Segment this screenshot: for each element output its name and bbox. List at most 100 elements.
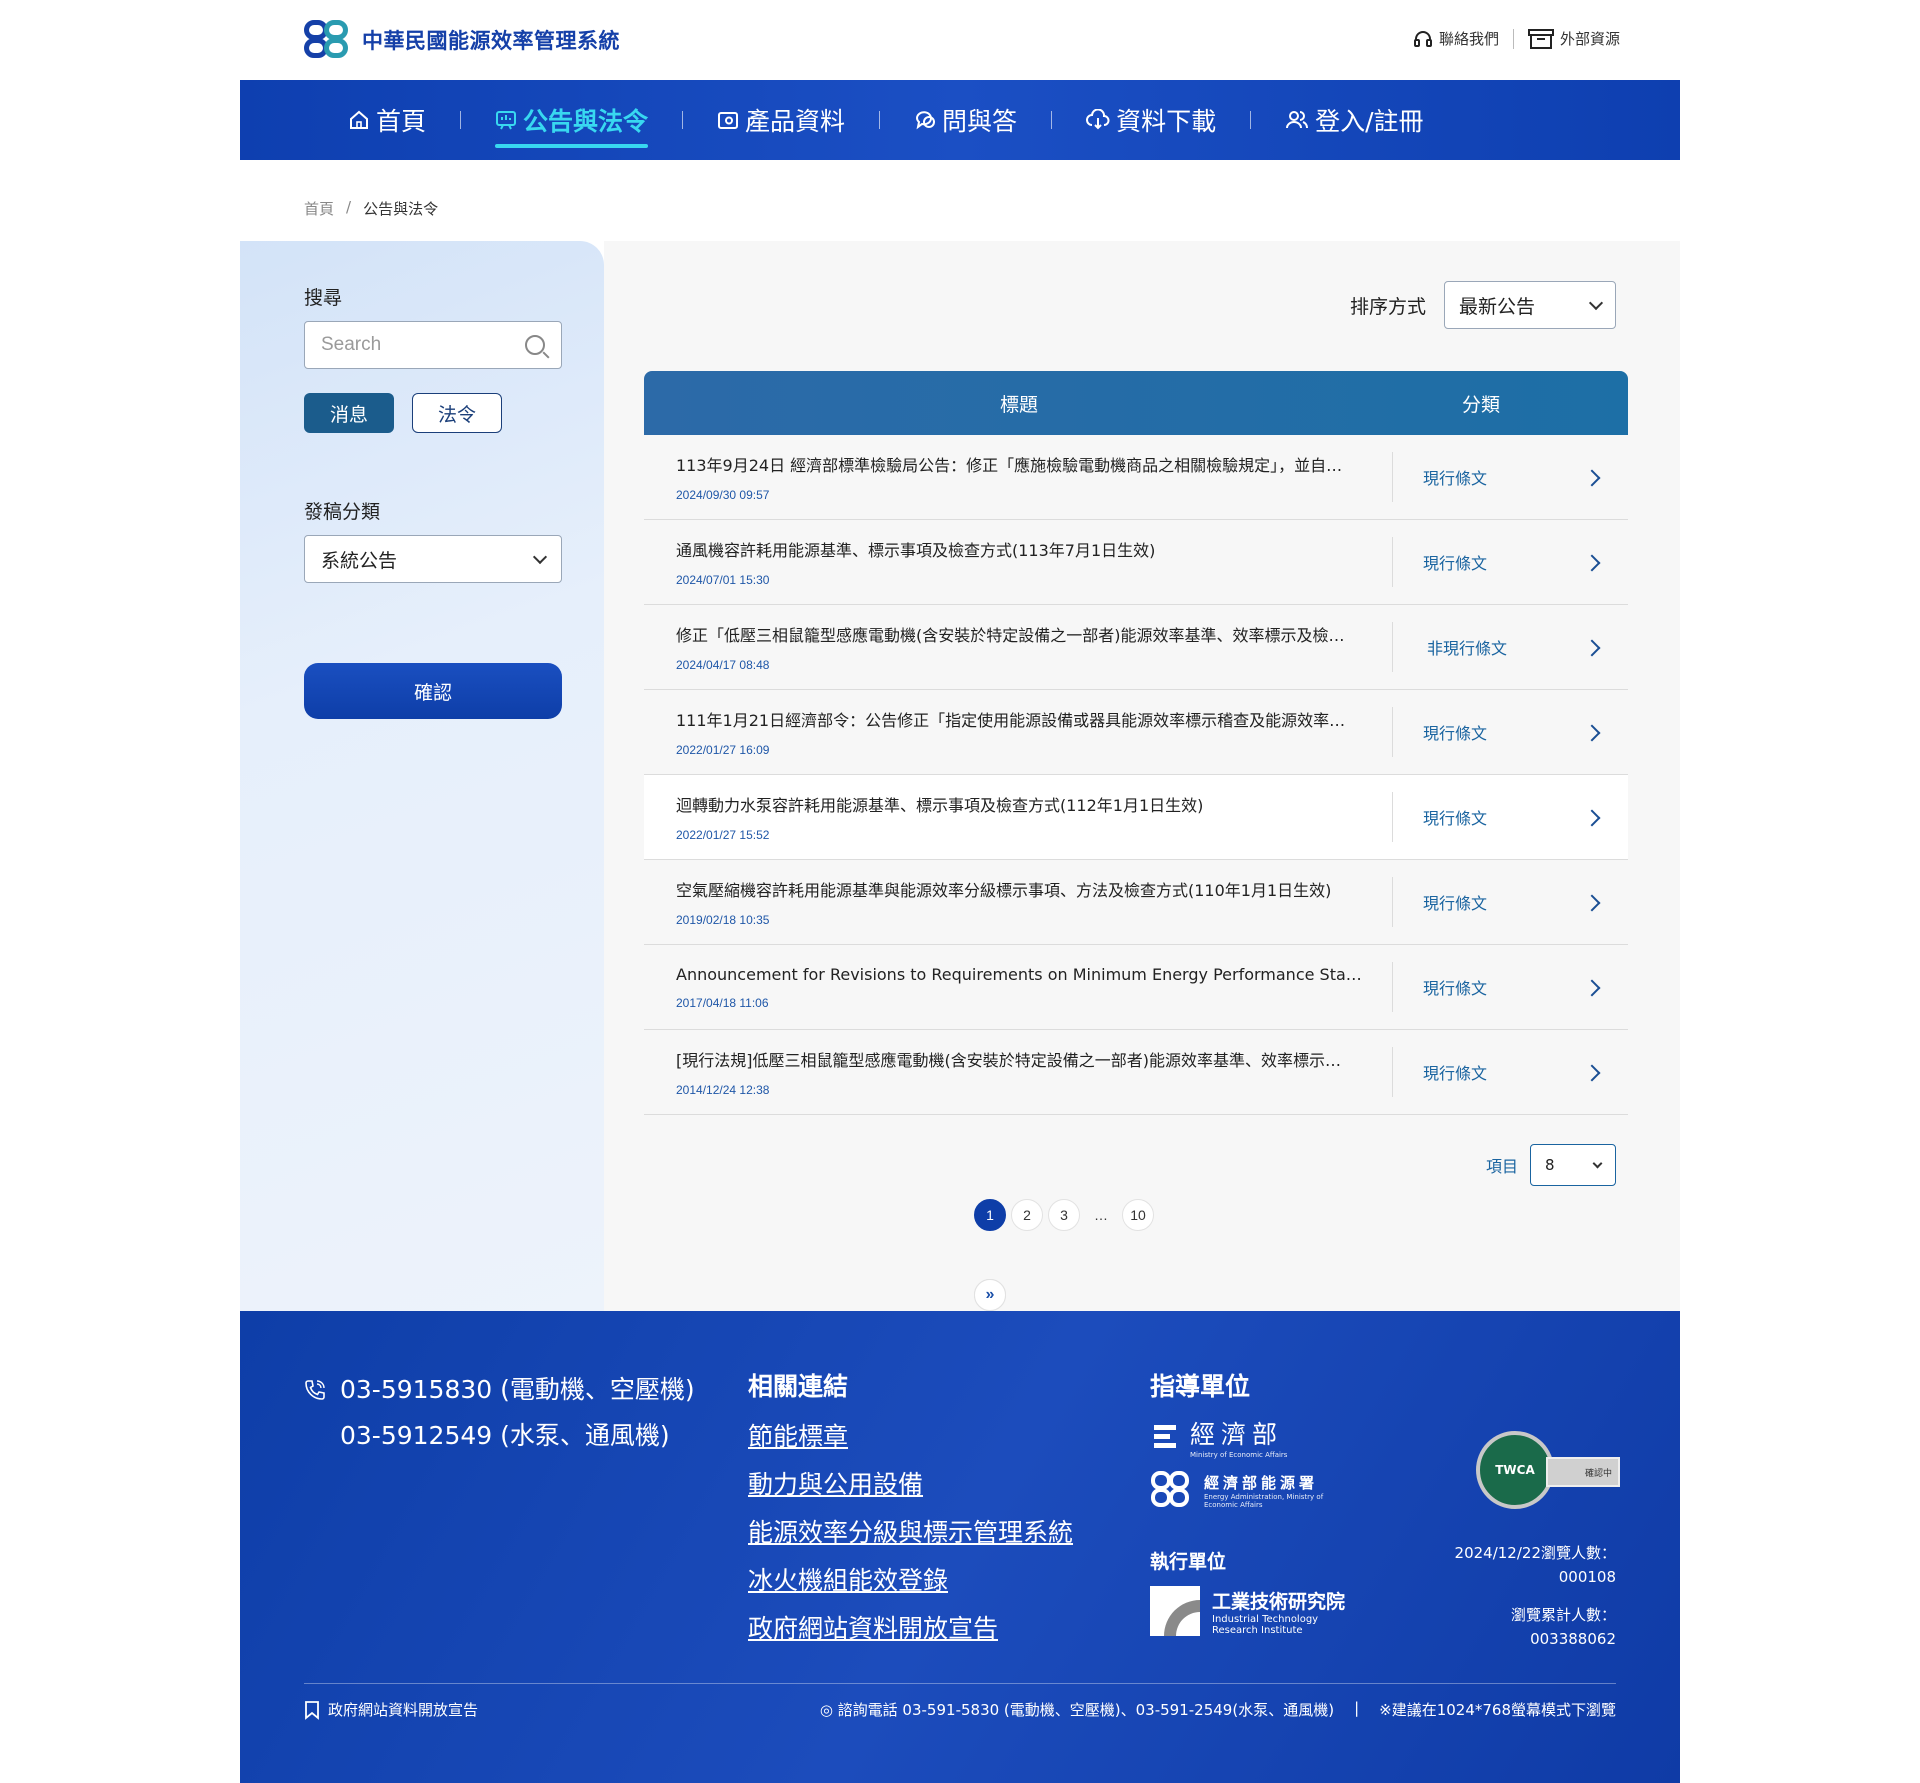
nav-label: 產品資料 — [745, 107, 846, 136]
row-date: 2017/04/18 11:06 — [676, 995, 769, 1010]
row-date: 2014/12/24 12:38 — [676, 1083, 770, 1097]
footer-link-power-utility[interactable]: 動力與公用設備 — [748, 1461, 1073, 1509]
org-energy-admin-en: Energy Administration, Ministry of Econo… — [1204, 1492, 1324, 1509]
nav-item-home[interactable]: 首頁 — [336, 80, 438, 160]
category-select[interactable]: 系統公告 — [304, 535, 562, 583]
nav-item-login[interactable]: 登入/註冊 — [1273, 80, 1435, 160]
chevron-right-icon[interactable] — [1583, 639, 1601, 657]
footer-link-open-data[interactable]: 政府網站資料開放宣告 — [748, 1605, 1073, 1653]
row-category: 非現行條文 — [1427, 639, 1508, 658]
table-row[interactable]: 111年1月21日經濟部令：公告修正「指定使用能源設備或器具能源效率標示稽查及能… — [644, 690, 1628, 775]
site-footer: 03-5915830 (電動機、空壓機) 03-5912549 (水泵、通風機)… — [240, 1311, 1680, 1783]
chevron-right-icon[interactable] — [1583, 979, 1601, 997]
table-row[interactable]: [現行法規]低壓三相鼠籠型感應電動機(含安裝於特定設備之一部者)能源效率基準、效… — [644, 1030, 1628, 1115]
itri-name: 工業技術研究院 — [1212, 1590, 1346, 1613]
sort-select[interactable]: 最新公告 — [1444, 281, 1616, 329]
org-itri[interactable]: 工業技術研究院 Industrial Technology Research I… — [1150, 1586, 1345, 1636]
chevron-right-icon[interactable] — [1583, 469, 1601, 487]
home-icon — [350, 110, 368, 129]
tab-news[interactable]: 消息 — [304, 393, 394, 433]
twca-badge[interactable]: TWCA 確認中 — [1476, 1431, 1620, 1511]
search-input[interactable] — [321, 334, 501, 356]
breadcrumb: 首頁 / 公告與法令 — [304, 198, 438, 219]
table-row[interactable]: 通風機容許耗用能源基準、標示事項及檢查方式(113年7月1日生效) 2024/07… — [644, 520, 1628, 605]
nav-label: 資料下載 — [1116, 107, 1217, 136]
org-energy-admin[interactable]: 經濟部能源署 Energy Administration, Ministry o… — [1150, 1471, 1324, 1509]
chevron-right-icon[interactable] — [1583, 809, 1601, 827]
nav-item-faq[interactable]: 問與答 — [902, 80, 1029, 160]
sort-control: 排序方式 最新公告 — [1350, 281, 1616, 329]
page-button-1[interactable]: 1 — [974, 1199, 1006, 1231]
nav-item-downloads[interactable]: 資料下載 — [1074, 80, 1228, 160]
table-row[interactable]: 空氣壓縮機容許耗用能源基準與能源效率分級標示事項、方法及檢查方式(110年1月1… — [644, 860, 1628, 945]
table-row[interactable]: 修正「低壓三相鼠籠型感應電動機(含安裝於特定設備之一部者)能源效率基準、效率標示… — [644, 605, 1628, 690]
org-moea[interactable]: 經濟部 Ministry of Economic Affairs — [1150, 1415, 1324, 1459]
per-page-label: 項目 — [1485, 1157, 1518, 1176]
open-data-link[interactable]: 政府網站資料開放宣告 — [304, 1699, 478, 1720]
category-label: 發稿分類 — [304, 501, 381, 523]
tab-law[interactable]: 法令 — [412, 393, 502, 433]
itri-logo-icon — [1150, 1586, 1200, 1636]
nav-label: 公告與法令 — [523, 107, 649, 136]
breadcrumb-home[interactable]: 首頁 — [304, 198, 334, 219]
twca-status: 確認中 — [1546, 1457, 1620, 1487]
column-header-title: 標題 — [999, 393, 1038, 416]
table-row[interactable]: 迴轉動力水泵容許耗用能源基準、標示事項及檢查方式(112年1月1日生效) 2022… — [644, 775, 1628, 860]
contact-link[interactable]: 聯絡我們 — [1413, 28, 1499, 49]
counter-total-label: 瀏覽累計人數： — [1510, 1606, 1616, 1624]
org-moea-en: Ministry of Economic Affairs — [1190, 1451, 1288, 1459]
nav-item-announcements[interactable]: 公告與法令 — [483, 80, 660, 160]
row-category: 現行條文 — [1423, 724, 1488, 743]
last-page-button[interactable]: » — [974, 1279, 1006, 1311]
row-category: 現行條文 — [1423, 469, 1488, 488]
phone-icon — [305, 1380, 325, 1400]
confirm-button[interactable]: 確認 — [304, 663, 562, 719]
footer-phone-2: 03-5912549 (水泵、通風機) — [340, 1421, 670, 1450]
footer-links: 相關連結 節能標章 動力與公用設備 能源效率分級與標示管理系統 冰火機組能效登錄… — [748, 1367, 1073, 1653]
nav-divider — [1051, 111, 1053, 129]
cloud-download-icon — [1086, 109, 1110, 130]
page-button-3[interactable]: 3 — [1048, 1199, 1080, 1231]
chevron-right-icon[interactable] — [1583, 554, 1601, 572]
row-category: 現行條文 — [1423, 979, 1488, 998]
row-title[interactable]: 迴轉動力水泵容許耗用能源基準、標示事項及檢查方式(112年1月1日生效) — [676, 792, 1362, 816]
row-title[interactable]: 通風機容許耗用能源基準、標示事項及檢查方式(113年7月1日生效) — [676, 537, 1362, 561]
column-header-category: 分類 — [1461, 393, 1500, 416]
chevron-down-icon — [1592, 1158, 1603, 1168]
page-button-10[interactable]: 10 — [1122, 1199, 1154, 1231]
row-title[interactable]: 修正「低壓三相鼠籠型感應電動機(含安裝於特定設備之一部者)能源效率基準、效率標示… — [676, 622, 1362, 646]
chevron-right-icon[interactable] — [1583, 894, 1601, 912]
row-title[interactable]: 111年1月21日經濟部令：公告修正「指定使用能源設備或器具能源效率標示稽查及能… — [676, 707, 1362, 731]
page-button-2[interactable]: 2 — [1011, 1199, 1043, 1231]
search-icon[interactable] — [525, 335, 545, 355]
row-title[interactable]: 空氣壓縮機容許耗用能源基準與能源效率分級標示事項、方法及檢查方式(110年1月1… — [676, 877, 1362, 901]
itri-en: Industrial Technology Research Institute — [1212, 1613, 1319, 1636]
per-page-select[interactable]: 8 — [1530, 1144, 1616, 1186]
chevron-right-icon[interactable] — [1583, 724, 1601, 742]
sort-label: 排序方式 — [1349, 295, 1426, 318]
table-row[interactable]: Announcement for Revisions to Requiremen… — [644, 945, 1628, 1030]
site-title: 中華民國能源效率管理系統 — [362, 29, 620, 53]
row-category: 現行條文 — [1423, 894, 1488, 913]
site-logo[interactable]: 中華民國能源效率管理系統 — [304, 20, 620, 60]
logo-mark-icon — [304, 20, 352, 60]
consult-phone: ◎ 諮詢電話 03-591-5830 (電動機、空壓機)、03-591-2549… — [819, 1701, 1335, 1719]
footer-link-energy-label[interactable]: 節能標章 — [748, 1413, 1073, 1461]
chevron-right-icon[interactable] — [1583, 1064, 1601, 1082]
breadcrumb-separator: / — [346, 198, 352, 216]
resources-link[interactable]: 外部資源 — [1527, 28, 1620, 49]
footer-link-efficiency-rating[interactable]: 能源效率分級與標示管理系統 — [748, 1509, 1073, 1557]
counter-today-label: 2024/12/22瀏覽人數： — [1454, 1544, 1616, 1562]
row-title[interactable]: [現行法規]低壓三相鼠籠型感應電動機(含安裝於特定設備之一部者)能源效率基準、效… — [676, 1047, 1362, 1071]
footer-link-chiller-registry[interactable]: 冰火機組能效登錄 — [748, 1557, 1073, 1605]
site-header: 中華民國能源效率管理系統 聯絡我們 外部資源 — [240, 0, 1680, 80]
archive-icon — [1527, 28, 1554, 49]
table-header: 標題 分類 — [644, 371, 1628, 435]
nav-item-products[interactable]: 產品資料 — [705, 80, 857, 160]
row-title[interactable]: 113年9月24日 經濟部標準檢驗局公告：修正「應施檢驗電動機商品之相關檢驗規定… — [676, 452, 1362, 476]
category-value: 系統公告 — [321, 549, 398, 572]
moea-logo-icon — [1154, 1425, 1176, 1448]
footer-bottom-info: ◎ 諮詢電話 03-591-5830 (電動機、空壓機)、03-591-2549… — [820, 1699, 1616, 1720]
table-row[interactable]: 113年9月24日 經濟部標準檢驗局公告：修正「應施檢驗電動機商品之相關檢驗規定… — [644, 435, 1628, 520]
row-title[interactable]: Announcement for Revisions to Requiremen… — [676, 965, 1362, 984]
